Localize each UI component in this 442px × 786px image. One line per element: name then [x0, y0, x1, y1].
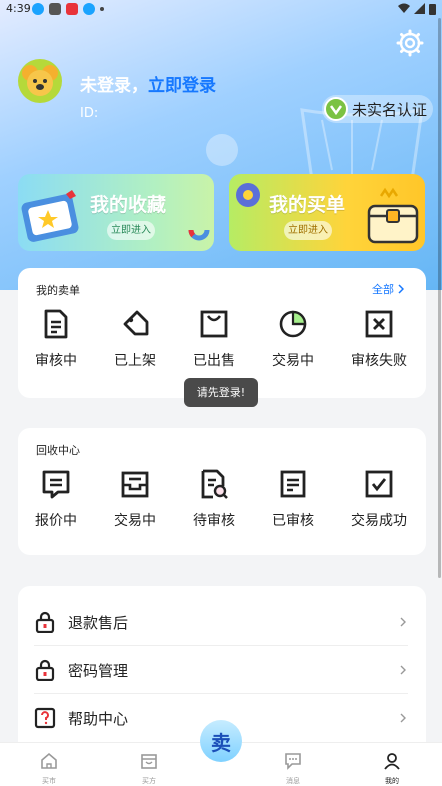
login-link[interactable]: 立即登录 [148, 76, 216, 96]
avatar[interactable] [18, 59, 62, 103]
x-box-icon [365, 310, 393, 338]
notification-app-icon [49, 3, 61, 15]
menu-item-refund[interactable]: 退款售后 [34, 598, 408, 646]
recycle-status-label: 待审核 [193, 513, 235, 529]
sell-status-label: 审核失败 [351, 353, 407, 369]
tab-buy-market[interactable]: 买市 [29, 752, 69, 786]
pie-chart-icon [279, 310, 307, 338]
recycle-status-reviewed[interactable]: 已审核 [257, 468, 329, 530]
home-icon [41, 752, 57, 769]
coin-disc-icon [236, 183, 260, 207]
document-search-icon [201, 469, 228, 499]
real-name-verify-badge[interactable]: 未实名认证 [322, 95, 434, 123]
all-link-label: 全部 [372, 283, 394, 296]
recycle-status-label: 交易中 [114, 513, 156, 529]
my-buys-banner[interactable]: 我的买单 立即进入 [229, 174, 425, 251]
recycle-status-label: 已审核 [272, 513, 314, 529]
wifi-icon [398, 3, 410, 13]
status-bar: 4:39 [0, 0, 442, 18]
message-icon [285, 753, 301, 770]
login-required-toast: 请先登录! [184, 378, 258, 407]
sell-status-sold[interactable]: 已出售 [178, 308, 250, 370]
chevron-right-icon [400, 665, 406, 675]
quote-bubble-icon [42, 470, 70, 499]
store-icon [141, 754, 157, 769]
tab-label: 买市 [42, 777, 56, 785]
sell-status-label: 已出售 [193, 353, 235, 369]
menu-item-label: 密码管理 [68, 661, 129, 680]
menu-item-password[interactable]: 密码管理 [34, 646, 408, 694]
scrollbar[interactable] [438, 18, 441, 578]
tab-mine[interactable]: 我的 [372, 752, 412, 786]
tag-icon [123, 310, 149, 336]
sell-status-reviewing[interactable]: 审核中 [20, 308, 92, 370]
recycle-center-card: 回收中心 报价中 交易中 待审核 已审核 交易成功 [18, 428, 426, 555]
sell-status-label: 审核中 [35, 353, 77, 369]
tab-label: 买方 [142, 777, 156, 785]
question-box-icon [34, 707, 56, 729]
verify-check-icon [324, 97, 348, 121]
recycle-status-success[interactable]: 交易成功 [343, 468, 415, 530]
notification-app-icon [32, 3, 44, 15]
document-check-icon [280, 470, 306, 498]
system-icons [398, 3, 436, 15]
notification-icons [32, 3, 104, 15]
inbox-tray-icon [121, 471, 149, 498]
shopping-bag-icon [200, 310, 228, 338]
recycle-status-trading[interactable]: 交易中 [99, 468, 171, 530]
document-lines-icon [44, 309, 68, 339]
sell-status-trading[interactable]: 交易中 [257, 308, 329, 370]
more-dot-icon [100, 7, 104, 11]
my-buys-title: 我的买单 [269, 194, 346, 216]
treasure-chest-icon [367, 187, 419, 244]
tab-label: 我的 [385, 777, 399, 785]
recycle-status-quoting[interactable]: 报价中 [20, 468, 92, 530]
chevron-right-icon [400, 713, 406, 723]
chevron-right-icon [400, 617, 406, 627]
notification-app-icon [83, 3, 95, 15]
not-logged-in-text: 未登录， [80, 76, 148, 96]
menu-item-label: 退款售后 [68, 613, 129, 632]
favorites-enter-button[interactable]: 立即进入 [107, 221, 155, 240]
tab-buyer[interactable]: 买方 [129, 752, 169, 786]
magnet-icon [188, 229, 210, 241]
status-time: 4:39 [6, 2, 31, 15]
recycle-status-label: 交易成功 [351, 513, 407, 529]
lock-icon [35, 659, 55, 681]
login-prompt: 未登录，立即登录 [80, 71, 216, 96]
recycle-center-title: 回收中心 [36, 444, 80, 457]
suitcase-star-icon [21, 190, 79, 242]
lock-icon [35, 611, 55, 633]
sell-status-failed[interactable]: 审核失败 [343, 308, 415, 370]
sell-status-label: 交易中 [272, 353, 314, 369]
chevron-right-icon [398, 284, 404, 294]
signal-icon [414, 3, 425, 14]
sell-orders-title: 我的卖单 [36, 284, 80, 297]
tab-messages[interactable]: 消息 [273, 752, 313, 786]
settings-gear-icon[interactable] [396, 29, 424, 57]
check-box-icon [365, 470, 393, 498]
notification-app-icon [66, 3, 78, 15]
sell-status-listed[interactable]: 已上架 [99, 308, 171, 370]
sell-fab-button[interactable]: 卖 [200, 720, 242, 762]
user-icon [384, 753, 400, 770]
recycle-status-label: 报价中 [35, 513, 77, 529]
tab-label: 消息 [286, 777, 300, 785]
user-id-label: ID: [80, 106, 99, 121]
verify-label: 未实名认证 [352, 100, 428, 119]
my-buys-enter-button[interactable]: 立即进入 [284, 221, 332, 240]
recycle-status-pending-review[interactable]: 待审核 [178, 468, 250, 530]
sell-orders-all-link[interactable]: 全部 [372, 281, 404, 297]
sell-fab-label: 卖 [211, 730, 231, 755]
favorites-title: 我的收藏 [90, 194, 167, 216]
battery-icon [429, 4, 436, 15]
koala-avatar-icon [22, 65, 58, 96]
sell-status-label: 已上架 [114, 353, 156, 369]
favorites-banner[interactable]: 我的收藏 立即进入 [18, 174, 214, 251]
